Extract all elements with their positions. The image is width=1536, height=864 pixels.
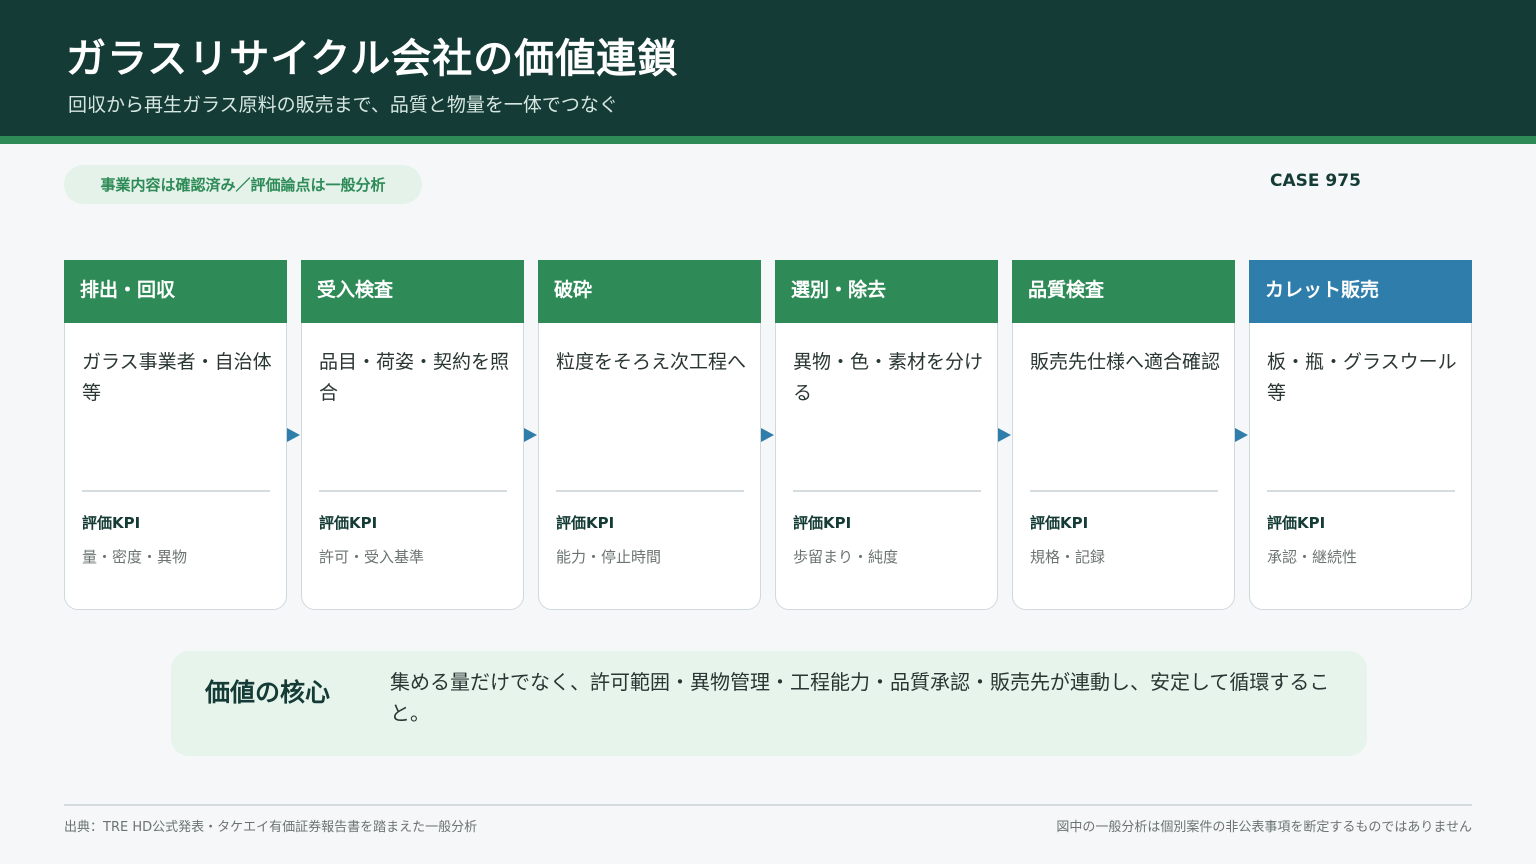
footer-source: 出典：TRE HD公式発表・タケエイ有価証券報告書を踏まえた一般分析 [64,820,478,835]
page-title: ガラスリサイクル会社の価値連鎖 [66,36,679,82]
kpi-value: 承認・継続性 [1267,548,1358,566]
step-title: 品質検査 [1012,260,1235,323]
footer-disclaimer: 図中の一般分析は個別案件の非公表事項を断定するものではありません [1056,820,1472,835]
flow-arrow-icon [287,428,300,442]
divider [1030,490,1218,492]
status-badge: 事業内容は確認済み／評価論点は一般分析 [64,165,422,204]
core-value-label: 価値の核心 [205,678,331,707]
step-description: 板・瓶・グラスウール等 [1267,351,1457,404]
kpi-label: 評価KPI [556,514,615,532]
kpi-value: 許可・受入基準 [319,548,425,566]
flow-arrow-icon [761,428,774,442]
kpi-label: 評価KPI [793,514,852,532]
divider [1267,490,1455,492]
core-value-panel: 価値の核心 集める量だけでなく、許可範囲・異物管理・工程能力・品質承認・販売先が… [171,651,1367,756]
kpi-label: 評価KPI [82,514,141,532]
divider [556,490,744,492]
step-title: 選別・除去 [775,260,998,323]
step-description: 異物・色・素材を分ける [793,351,984,404]
kpi-value: 量・密度・異物 [82,548,188,566]
divider [82,490,270,492]
header-banner: ガラスリサイクル会社の価値連鎖 回収から再生ガラス原料の販売まで、品質と物量を一… [0,0,1536,136]
kpi-label: 評価KPI [319,514,378,532]
divider [793,490,981,492]
step-card-crushing: 破砕 粒度をそろえ次工程へ 評価KPI 能力・停止時間 [538,260,761,610]
step-title: 破砕 [538,260,761,323]
kpi-value: 歩留まり・純度 [793,548,899,566]
step-card-collection: 排出・回収 ガラス事業者・自治体等 評価KPI 量・密度・異物 [64,260,287,610]
step-title: 受入検査 [301,260,524,323]
step-description: 販売先仕様へ適合確認 [1030,351,1221,373]
step-card-sorting: 選別・除去 異物・色・素材を分ける 評価KPI 歩留まり・純度 [775,260,998,610]
flow-arrow-icon [998,428,1011,442]
flow-arrow-icon [524,428,537,442]
core-value-text: 集める量だけでなく、許可範囲・異物管理・工程能力・品質承認・販売先が連動し、安定… [390,670,1330,725]
kpi-value: 能力・停止時間 [556,548,662,566]
step-title: 排出・回収 [64,260,287,323]
header-accent-stripe [0,136,1536,144]
step-description: 品目・荷姿・契約を照合 [319,351,510,404]
divider [319,490,507,492]
step-description: ガラス事業者・自治体等 [82,351,272,404]
step-card-cullet-sales: カレット販売 板・瓶・グラスウール等 評価KPI 承認・継続性 [1249,260,1472,610]
step-description: 粒度をそろえ次工程へ [556,351,747,373]
kpi-label: 評価KPI [1030,514,1089,532]
footer-divider [64,804,1472,806]
page-subtitle: 回収から再生ガラス原料の販売まで、品質と物量を一体でつなぐ [68,94,618,116]
kpi-value: 規格・記録 [1030,548,1106,566]
flow-arrow-icon [1235,428,1248,442]
case-id: CASE 975 [1270,171,1361,191]
kpi-label: 評価KPI [1267,514,1326,532]
step-card-inspection: 受入検査 品目・荷姿・契約を照合 評価KPI 許可・受入基準 [301,260,524,610]
step-card-quality-check: 品質検査 販売先仕様へ適合確認 評価KPI 規格・記録 [1012,260,1235,610]
step-title: カレット販売 [1249,260,1472,323]
